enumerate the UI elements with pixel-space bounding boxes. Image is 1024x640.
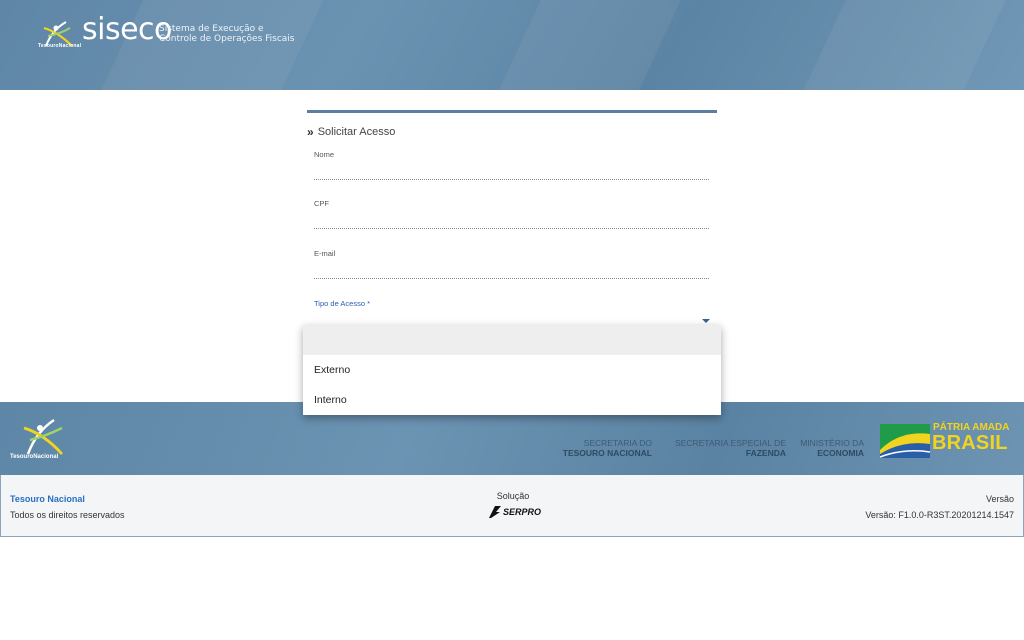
- footer-org-label: TesouroNacional: [10, 454, 59, 460]
- nome-label: Nome: [314, 150, 335, 159]
- version-info: Versão Versão: F1.0.0-R3ST.20201214.1547: [865, 491, 1014, 523]
- dropdown-option-empty[interactable]: [303, 325, 721, 355]
- top-header: TesouroNacional siseco Sistema de Execuç…: [0, 0, 1024, 90]
- app-subtitle-line2: Controle de Operações Fiscais: [159, 34, 295, 44]
- dropdown-option-interno[interactable]: Interno: [303, 385, 721, 415]
- footer-info-bar: Tesouro Nacional Todos os direitos reser…: [0, 475, 1024, 537]
- ministry-line1: SECRETARIA DO: [583, 438, 652, 448]
- solution-label: Solução: [496, 491, 530, 501]
- cpf-input[interactable]: [314, 228, 709, 229]
- footer-org-info: Tesouro Nacional Todos os direitos reser…: [10, 491, 125, 523]
- ministry-line2: FAZENDA: [745, 448, 786, 458]
- email-field[interactable]: E-mail: [314, 249, 716, 281]
- version-value: Versão: F1.0.0-R3ST.20201214.1547: [865, 510, 1014, 520]
- ministry-tesouro: SECRETARIA DO TESOURO NACIONAL: [563, 438, 652, 458]
- brazil-flag-icon: [880, 424, 930, 458]
- ministry-economia: MINISTÉRIO DA ECONOMIA: [800, 438, 864, 458]
- request-access-form: » Solicitar Acesso Nome CPF E-mail Tipo …: [307, 110, 717, 323]
- ministry-line1: MINISTÉRIO DA: [800, 438, 864, 448]
- form-title-label: Solicitar Acesso: [317, 126, 396, 138]
- chevron-down-icon[interactable]: [702, 319, 710, 323]
- ministry-line1: SECRETARIA ESPECIAL DE: [674, 438, 786, 448]
- email-label: E-mail: [314, 249, 336, 258]
- dropdown-option-externo[interactable]: Externo: [303, 355, 721, 385]
- app-subtitle-line1: Sistema de Execução e: [159, 24, 264, 34]
- brasil-text: BRASIL: [932, 432, 1008, 454]
- ministry-line2: ECONOMIA: [817, 448, 864, 458]
- form-title: » Solicitar Acesso: [307, 125, 395, 139]
- serpro-logo: SERPRO: [488, 505, 541, 519]
- tesouro-nacional-logo-icon: [23, 418, 64, 455]
- nome-field[interactable]: Nome: [314, 150, 716, 182]
- tipo-acesso-dropdown: Externo Interno: [303, 325, 721, 415]
- double-chevron-right-icon: »: [307, 125, 314, 139]
- solution-info: Solução SERPRO: [463, 491, 563, 518]
- patria-amada-brasil-logo: PÁTRIA AMADA BRASIL: [880, 420, 1016, 460]
- app-subtitle: Sistema de Execução e Controle de Operaç…: [159, 24, 299, 44]
- ministry-line2: TESOURO NACIONAL: [562, 448, 652, 458]
- page: TesouroNacional siseco Sistema de Execuç…: [0, 0, 1024, 640]
- email-input[interactable]: [314, 278, 709, 279]
- nome-input[interactable]: [314, 179, 709, 180]
- tipo-acesso-label: Tipo de Acesso *: [314, 299, 371, 308]
- ministry-fazenda: SECRETARIA ESPECIAL DE FAZENDA: [675, 438, 786, 458]
- cpf-field[interactable]: CPF: [314, 199, 716, 231]
- serpro-icon: [489, 506, 501, 518]
- rights-text: Todos os direitos reservados: [10, 510, 125, 520]
- org-name[interactable]: Tesouro Nacional: [10, 491, 125, 507]
- serpro-text: SERPRO: [503, 507, 542, 517]
- version-label: Versão: [985, 494, 1014, 504]
- cpf-label: CPF: [314, 199, 329, 208]
- header-org-label: TesouroNacional: [38, 43, 82, 49]
